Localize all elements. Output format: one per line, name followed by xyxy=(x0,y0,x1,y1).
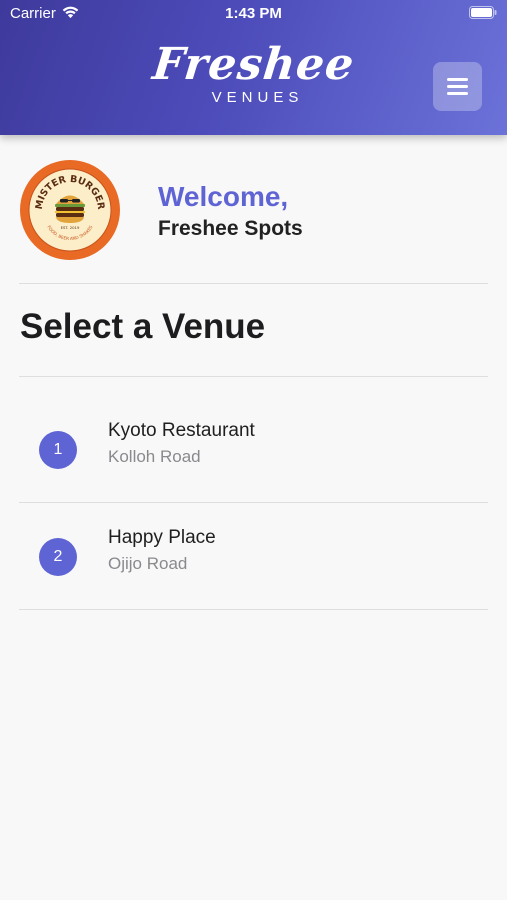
app-header: Carrier 1:43 PM Freshee VENUES xyxy=(0,0,507,135)
page-title: Select a Venue xyxy=(20,307,266,346)
welcome-name: Freshee Spots xyxy=(158,217,303,240)
menu-button[interactable] xyxy=(433,62,482,111)
venue-address: Kolloh Road xyxy=(108,447,201,466)
logo-script-text: Freshee xyxy=(150,39,357,90)
venue-name: Kyoto Restaurant xyxy=(108,420,255,441)
divider xyxy=(19,609,488,610)
battery-icon xyxy=(469,6,497,19)
venue-address: Ojijo Road xyxy=(108,554,188,573)
welcome-section: MISTER BURGER FOOD, BEER AND SHAKES EST.… xyxy=(0,135,507,283)
venue-name: Happy Place xyxy=(108,527,216,548)
divider xyxy=(19,283,488,284)
welcome-title: Welcome, xyxy=(158,181,289,212)
venue-number-badge: 2 xyxy=(39,538,77,576)
app-logo: Freshee VENUES xyxy=(0,39,507,106)
avatar: MISTER BURGER FOOD, BEER AND SHAKES EST.… xyxy=(20,160,120,260)
status-time: 1:43 PM xyxy=(225,5,282,22)
avatar-est-text: EST. 2019 xyxy=(61,225,80,230)
venue-list-item[interactable]: 2 Happy Place Ojijo Road xyxy=(19,503,488,609)
venue-list-item[interactable]: 1 Kyoto Restaurant Kolloh Road xyxy=(19,396,488,502)
status-bar: Carrier 1:43 PM xyxy=(0,0,507,28)
venue-number-badge: 1 xyxy=(39,431,77,469)
logo-subtitle: VENUES xyxy=(211,89,304,106)
divider xyxy=(19,376,488,377)
